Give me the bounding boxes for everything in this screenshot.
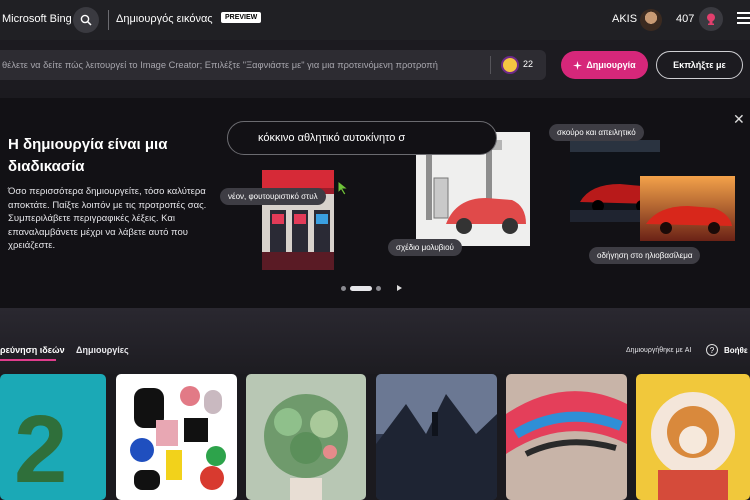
prompt-input[interactable] <box>0 50 478 80</box>
hamburger-icon[interactable] <box>737 12 750 27</box>
sparkle-icon <box>573 60 583 70</box>
search-button[interactable] <box>73 7 99 33</box>
bing-logo[interactable]: Microsoft Bing <box>2 13 72 25</box>
active-tab-indicator <box>0 359 56 361</box>
gallery-image-dark-castle[interactable] <box>376 374 497 500</box>
gallery-image-abstract-shapes[interactable] <box>116 374 237 500</box>
gallery-image-shiba-astronaut[interactable] <box>636 374 750 500</box>
avatar[interactable] <box>640 9 662 31</box>
boost-coin-icon[interactable] <box>503 58 517 72</box>
tab-creations[interactable]: Δημιουργίες <box>76 345 129 355</box>
banner-body: Όσο περισσότερα δημιουργείτε, τόσο καλύτ… <box>8 186 207 251</box>
rewards-points[interactable]: 407 <box>676 13 694 25</box>
top-header: Microsoft Bing Δημιουργός εικόνας PREVIE… <box>0 0 750 40</box>
banner-heading: Η δημιουργία είναι μια διαδικασία <box>8 136 168 175</box>
surprise-me-button[interactable]: Εκπλήξτε με <box>656 51 743 79</box>
boost-count: 22 <box>523 59 534 69</box>
prompt-box: 22 <box>0 50 546 80</box>
page-title[interactable]: Δημιουργός εικόνας <box>116 13 213 25</box>
search-icon <box>80 14 92 26</box>
carousel-dot[interactable] <box>376 285 381 291</box>
rewards-button[interactable] <box>699 7 723 31</box>
sunset-car-image <box>640 176 735 241</box>
create-button[interactable]: Δημιουργία <box>561 51 648 79</box>
create-label: Δημιουργία <box>586 60 636 70</box>
tag-sunset: οδήγηση στο ηλιοβασίλεμα <box>589 247 701 264</box>
prompt-row: 22 Δημιουργία Εκπλήξτε με <box>0 40 750 90</box>
cursor-icon <box>337 180 349 196</box>
tab-explore[interactable]: ρεύνηση ιδεών <box>0 345 65 355</box>
gallery-image-succulents[interactable] <box>246 374 366 500</box>
ai-generated-note: Δημιουργήθηκε με AI <box>626 347 692 354</box>
gallery-tabs-bar: ρεύνηση ιδεών Δημιουργίες Δημιουργήθηκε … <box>0 308 750 374</box>
preview-badge: PREVIEW <box>221 12 262 23</box>
header-divider <box>108 10 109 30</box>
tag-pencil: σχέδιο μολυβιού <box>388 239 462 256</box>
carousel-dot[interactable] <box>341 285 346 291</box>
gallery-image-eye-makeup[interactable] <box>506 374 627 500</box>
help-icon[interactable]: ? <box>706 344 718 356</box>
tutorial-banner: Η δημιουργία είναι μια διαδικασία Όσο πε… <box>0 98 750 308</box>
tag-neon: νέον, φουτουριστικό στυλ <box>220 188 326 205</box>
prompt-example-bubble: κόκκινο αθλητικό αυτοκίνητο σ <box>227 121 497 155</box>
gallery-image-number-two[interactable]: 2 <box>0 374 106 500</box>
neon-gas-station-image <box>262 170 334 270</box>
tag-dark: σκούρο και απειλητικό <box>549 124 644 141</box>
svg-text:2: 2 <box>14 396 67 500</box>
user-name[interactable]: AKIS <box>612 13 637 25</box>
close-icon[interactable]: ✕ <box>733 111 745 128</box>
carousel-dot-active[interactable] <box>350 285 372 291</box>
trophy-icon <box>707 13 715 25</box>
carousel-dots <box>341 285 402 291</box>
play-icon[interactable] <box>397 285 402 291</box>
help-label[interactable]: Βοήθε <box>724 346 748 355</box>
prompt-divider <box>490 56 491 74</box>
